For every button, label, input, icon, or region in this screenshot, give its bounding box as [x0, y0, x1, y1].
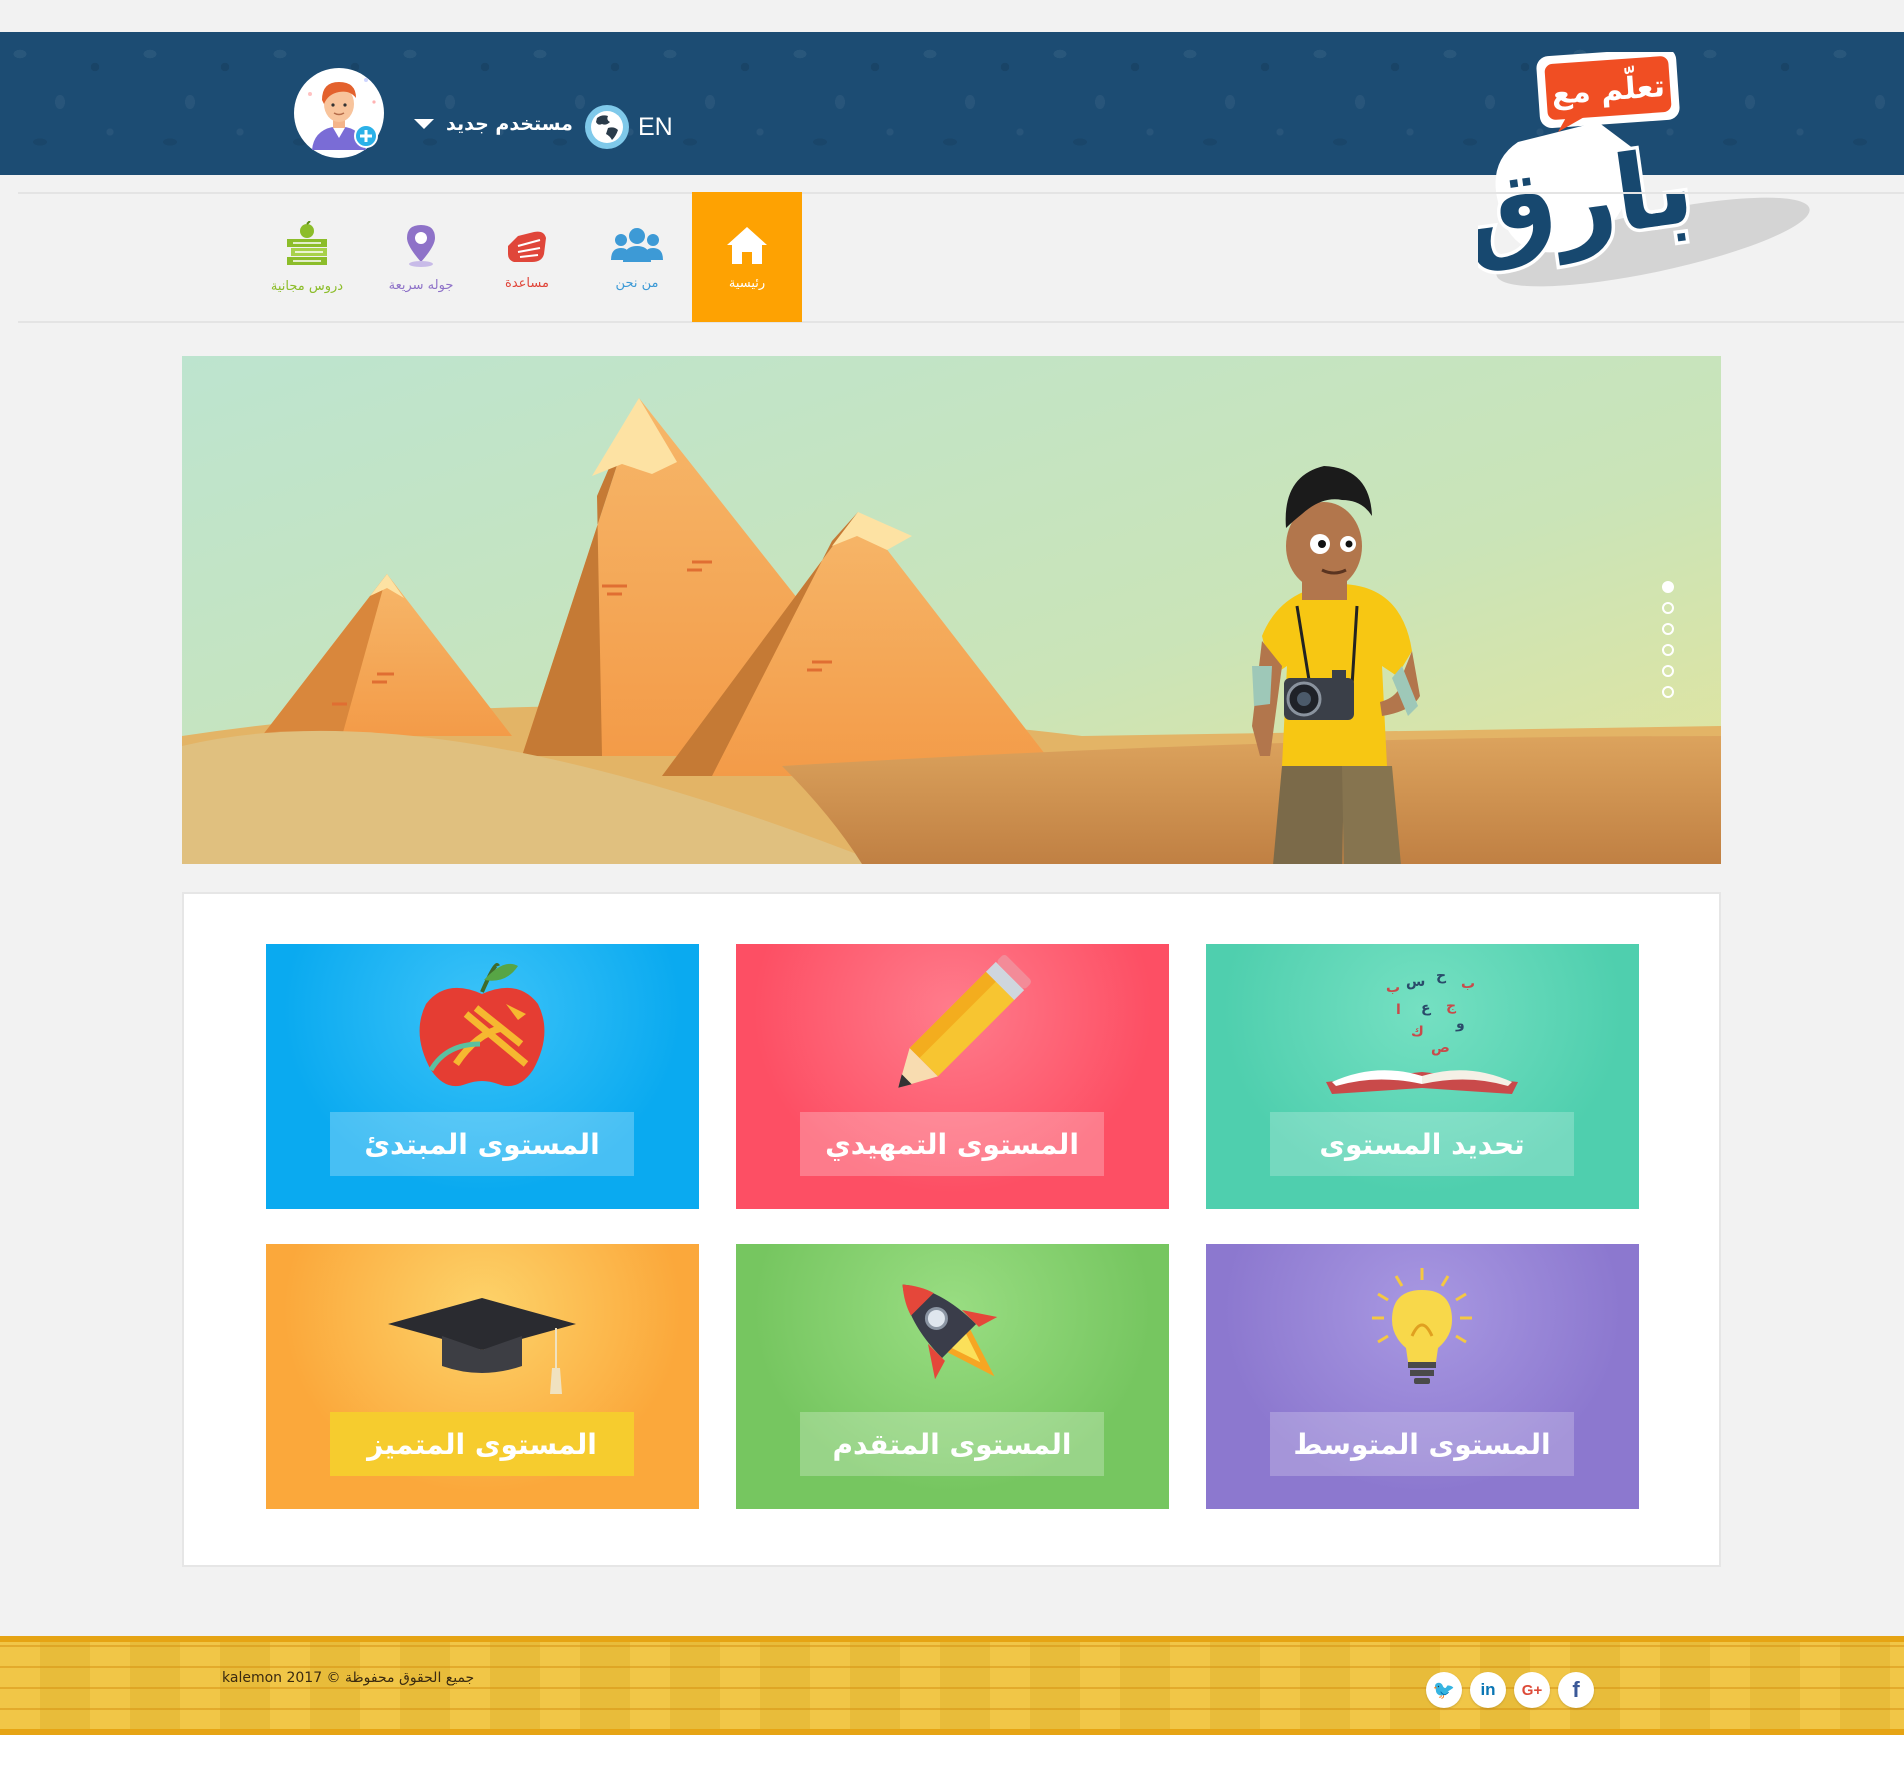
user-avatar-icon — [295, 69, 383, 157]
slider-pagination — [1662, 581, 1674, 698]
svg-text:ب: ب — [1461, 976, 1475, 992]
slider-dot[interactable] — [1662, 665, 1674, 677]
level-label-preparatory: المستوى التمهيدي — [800, 1112, 1104, 1176]
pencil-icon — [898, 955, 1031, 1088]
linkedin-icon[interactable]: in — [1470, 1672, 1506, 1708]
facebook-icon[interactable]: f — [1558, 1672, 1594, 1708]
level-label-advanced: المستوى المتقدم — [800, 1412, 1104, 1476]
nav-item-about[interactable]: من نحن — [582, 192, 692, 322]
hero-illustration — [182, 356, 1721, 864]
nav-label-free-lessons: دروس مجانية — [270, 278, 344, 294]
help-hand-icon — [508, 231, 546, 262]
site-logo[interactable]: تعلّم مع بارق — [1452, 48, 1818, 312]
svg-text:ا: ا — [1396, 1002, 1401, 1018]
svg-text:ح: ح — [1436, 968, 1447, 984]
nav-item-home[interactable]: رئيسية — [692, 192, 802, 322]
user-avatar[interactable] — [294, 68, 384, 158]
graduation-cap-icon — [388, 1298, 576, 1394]
level-card-excellent[interactable]: المستوى المتميز — [266, 1244, 699, 1509]
globe-icon — [585, 105, 629, 149]
slider-dot[interactable] — [1662, 644, 1674, 656]
nav-item-free-lessons[interactable]: دروس مجانية — [252, 192, 362, 322]
home-icon — [727, 226, 767, 264]
level-label-intermediate: المستوى المتوسط — [1270, 1412, 1574, 1476]
nav-label-about: من نحن — [615, 275, 659, 291]
twitter-icon[interactable]: 🐦 — [1426, 1672, 1462, 1708]
svg-text:ب: ب — [1386, 980, 1400, 996]
copyright-text: جميع الحقوق محفوظة © kalemon 2017 — [222, 1670, 475, 1686]
language-switcher[interactable]: EN — [584, 104, 673, 150]
level-card-intermediate[interactable]: المستوى المتوسط — [1206, 1244, 1639, 1509]
level-label-placement: تحديد المستوى — [1270, 1112, 1574, 1176]
footer-edge-top — [0, 1636, 1904, 1642]
svg-text:و: و — [1455, 1016, 1465, 1032]
books-icon — [287, 220, 327, 265]
logo-graphic: تعلّم مع بارق — [1452, 48, 1810, 287]
nav-item-tour[interactable]: جوله سريعة — [366, 192, 476, 322]
svg-text:ك: ك — [1411, 1024, 1424, 1040]
svg-text:س: س — [1406, 974, 1425, 990]
nav-label-help: مساعدة — [505, 275, 549, 291]
rocket-icon — [902, 1284, 998, 1380]
slider-dot[interactable] — [1662, 686, 1674, 698]
levels-panel: ب س ح ب ا ع ج ك ص و تحديد المستوى المستو… — [182, 892, 1721, 1567]
location-pin-icon — [407, 224, 435, 267]
nav-label-tour: جوله سريعة — [388, 277, 454, 293]
chevron-down-icon — [414, 119, 434, 129]
language-label: EN — [638, 112, 673, 141]
level-card-advanced[interactable]: المستوى المتقدم — [736, 1244, 1169, 1509]
slider-dot[interactable] — [1662, 581, 1674, 593]
level-label-excellent: المستوى المتميز — [330, 1412, 634, 1476]
nav-item-help[interactable]: مساعدة — [472, 192, 582, 322]
google-plus-icon[interactable]: G+ — [1514, 1672, 1550, 1708]
slider-dot[interactable] — [1662, 602, 1674, 614]
users-icon — [611, 227, 663, 262]
lightbulb-icon — [1372, 1268, 1472, 1384]
slider-dot[interactable] — [1662, 623, 1674, 635]
open-book-icon: ب س ح ب ا ع ج ك ص و — [1326, 968, 1518, 1094]
user-menu-dropdown[interactable]: مستخدم جديد — [414, 113, 573, 135]
level-card-beginner[interactable]: المستوى المبتدئ — [266, 944, 699, 1209]
svg-text:ع: ع — [1421, 1000, 1432, 1016]
footer-edge-bottom — [0, 1729, 1904, 1735]
apple-icon — [419, 963, 545, 1087]
nav-label-home: رئيسية — [728, 275, 766, 291]
level-label-beginner: المستوى المبتدئ — [330, 1112, 634, 1176]
social-links: 🐦 in G+ f — [1426, 1672, 1594, 1708]
level-card-preparatory[interactable]: المستوى التمهيدي — [736, 944, 1169, 1209]
user-name: مستخدم جديد — [446, 113, 573, 135]
svg-text:ج: ج — [1446, 998, 1457, 1014]
svg-text:ص: ص — [1431, 1040, 1450, 1056]
level-card-placement[interactable]: ب س ح ب ا ع ج ك ص و تحديد المستوى — [1206, 944, 1639, 1209]
hero-slider[interactable] — [182, 356, 1721, 864]
